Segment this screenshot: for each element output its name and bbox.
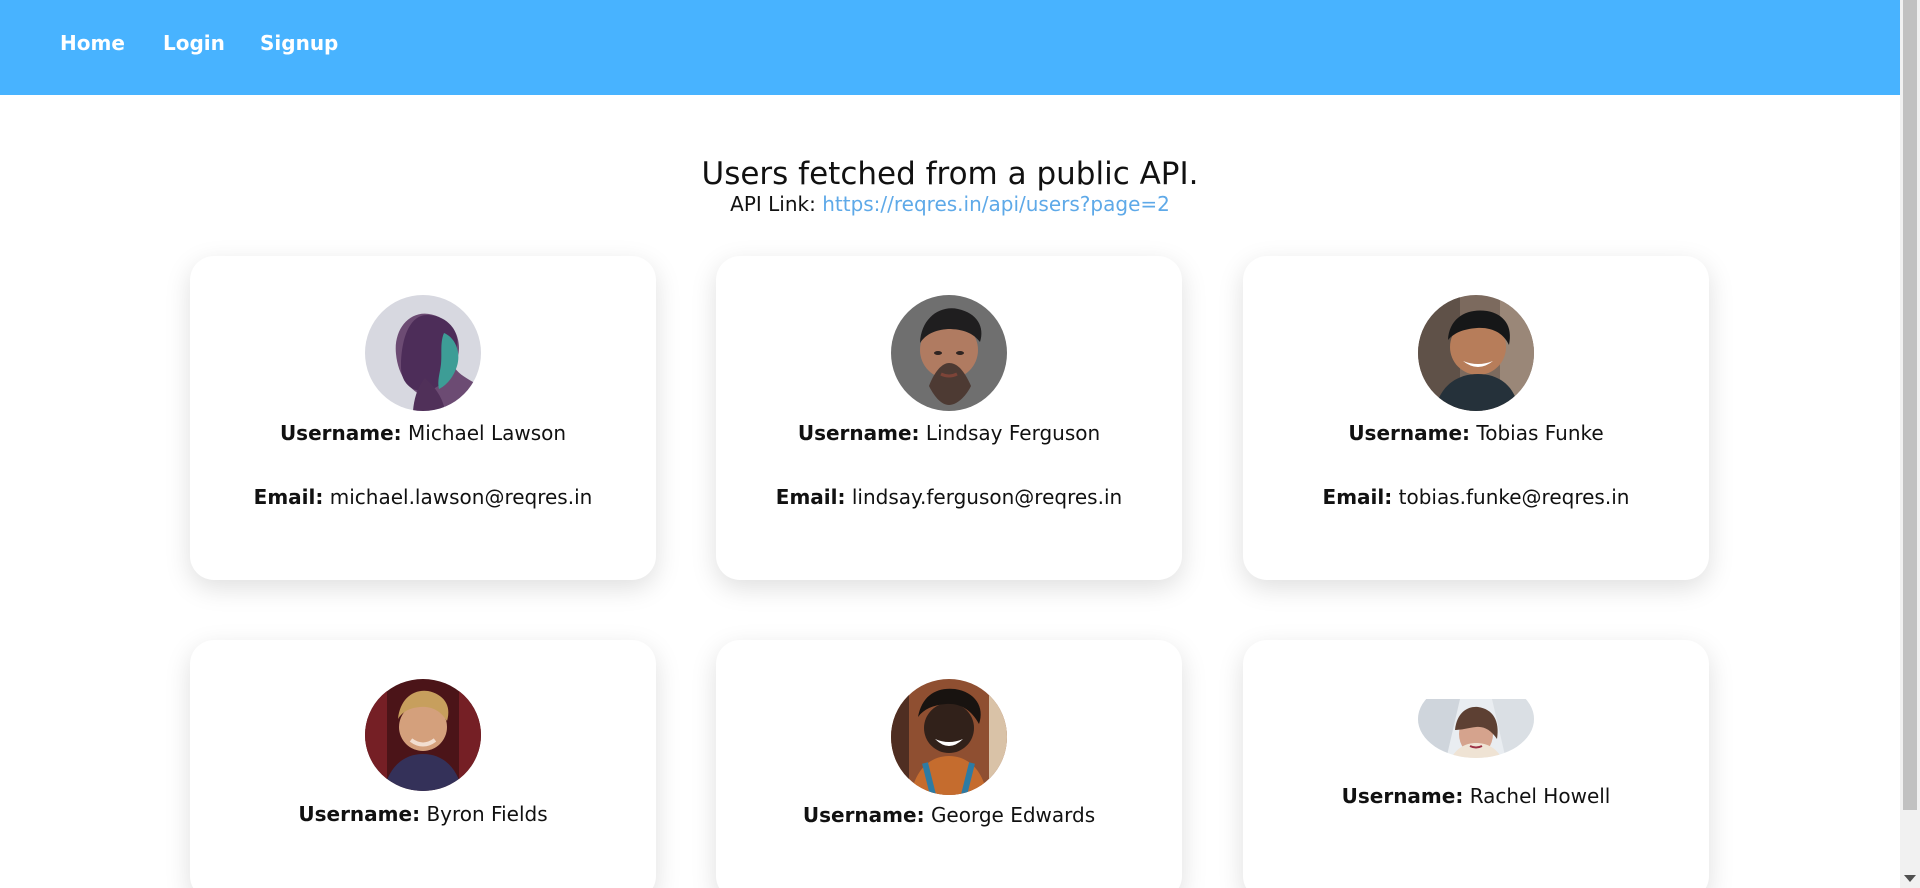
email-value: tobias.funke@reqres.in bbox=[1398, 485, 1630, 509]
email-field: Email: michael.lawson@reqres.in bbox=[190, 484, 656, 510]
email-value: michael.lawson@reqres.in bbox=[329, 485, 593, 509]
user-avatar bbox=[891, 679, 1007, 795]
email-field: Email: lindsay.ferguson@reqres.in bbox=[716, 484, 1182, 510]
smiling-man-dreadlocks-avatar-icon bbox=[891, 679, 1007, 795]
username-label: Username: bbox=[802, 803, 925, 827]
username-field: Username: Byron Fields bbox=[190, 801, 656, 827]
username-value: Rachel Howell bbox=[1469, 784, 1611, 808]
user-avatar bbox=[365, 295, 481, 411]
email-label: Email: bbox=[1322, 485, 1393, 509]
woman-profile-avatar-icon bbox=[365, 295, 481, 411]
smiling-man-avatar-icon bbox=[1418, 295, 1534, 411]
username-label: Username: bbox=[797, 421, 920, 445]
vertical-scrollbar[interactable] bbox=[1900, 0, 1920, 888]
username-label: Username: bbox=[1348, 421, 1471, 445]
user-card-rachel-howell: Username: Rachel Howell bbox=[1243, 640, 1709, 888]
user-avatar bbox=[891, 295, 1007, 411]
page-title: Users fetched from a public API. bbox=[701, 155, 1199, 192]
username-field: Username: Lindsay Ferguson bbox=[716, 420, 1182, 446]
username-field: Username: Michael Lawson bbox=[190, 420, 656, 446]
api-link-line: API Link: https://reqres.in/api/users?pa… bbox=[0, 191, 1900, 217]
email-label: Email: bbox=[775, 485, 846, 509]
blond-man-avatar-icon bbox=[365, 679, 481, 791]
username-value: Byron Fields bbox=[426, 802, 548, 826]
email-field: Email: tobias.funke@reqres.in bbox=[1243, 484, 1709, 510]
scroll-down-arrow-icon[interactable] bbox=[1904, 875, 1916, 882]
user-card-george-edwards: Username: George Edwards bbox=[716, 640, 1182, 888]
api-link[interactable]: https://reqres.in/api/users?page=2 bbox=[822, 192, 1170, 216]
api-link-label: API Link: bbox=[730, 192, 816, 216]
user-card-byron-fields: Username: Byron Fields bbox=[190, 640, 656, 888]
username-label: Username: bbox=[279, 421, 402, 445]
username-value: Tobias Funke bbox=[1476, 421, 1604, 445]
username-value: George Edwards bbox=[930, 803, 1096, 827]
nav-home-link[interactable]: Home bbox=[60, 30, 125, 56]
user-card-michael-lawson: Username: Michael Lawson Email: michael.… bbox=[190, 256, 656, 580]
email-value: lindsay.ferguson@reqres.in bbox=[851, 485, 1123, 509]
email-label: Email: bbox=[253, 485, 324, 509]
nav-signup-link[interactable]: Signup bbox=[260, 30, 338, 56]
scrollbar-thumb[interactable] bbox=[1903, 0, 1917, 810]
username-value: Lindsay Ferguson bbox=[925, 421, 1101, 445]
username-field: Username: Tobias Funke bbox=[1243, 420, 1709, 446]
user-card-tobias-funke: Username: Tobias Funke Email: tobias.fun… bbox=[1243, 256, 1709, 580]
username-label: Username: bbox=[298, 802, 421, 826]
young-man-avatar-icon bbox=[891, 295, 1007, 411]
username-value: Michael Lawson bbox=[408, 421, 567, 445]
page-viewport: Home Login Signup Users fetched from a p… bbox=[0, 0, 1900, 888]
user-card-lindsay-ferguson: Username: Lindsay Ferguson Email: lindsa… bbox=[716, 256, 1182, 580]
woman-snow-avatar-icon bbox=[1418, 699, 1534, 758]
top-navbar: Home Login Signup bbox=[0, 0, 1900, 95]
username-field: Username: George Edwards bbox=[716, 802, 1182, 828]
user-avatar bbox=[1418, 680, 1534, 758]
user-avatar bbox=[365, 679, 481, 791]
user-avatar bbox=[1418, 295, 1534, 411]
nav-login-link[interactable]: Login bbox=[163, 30, 225, 56]
username-label: Username: bbox=[1341, 784, 1464, 808]
username-field: Username: Rachel Howell bbox=[1243, 783, 1709, 809]
